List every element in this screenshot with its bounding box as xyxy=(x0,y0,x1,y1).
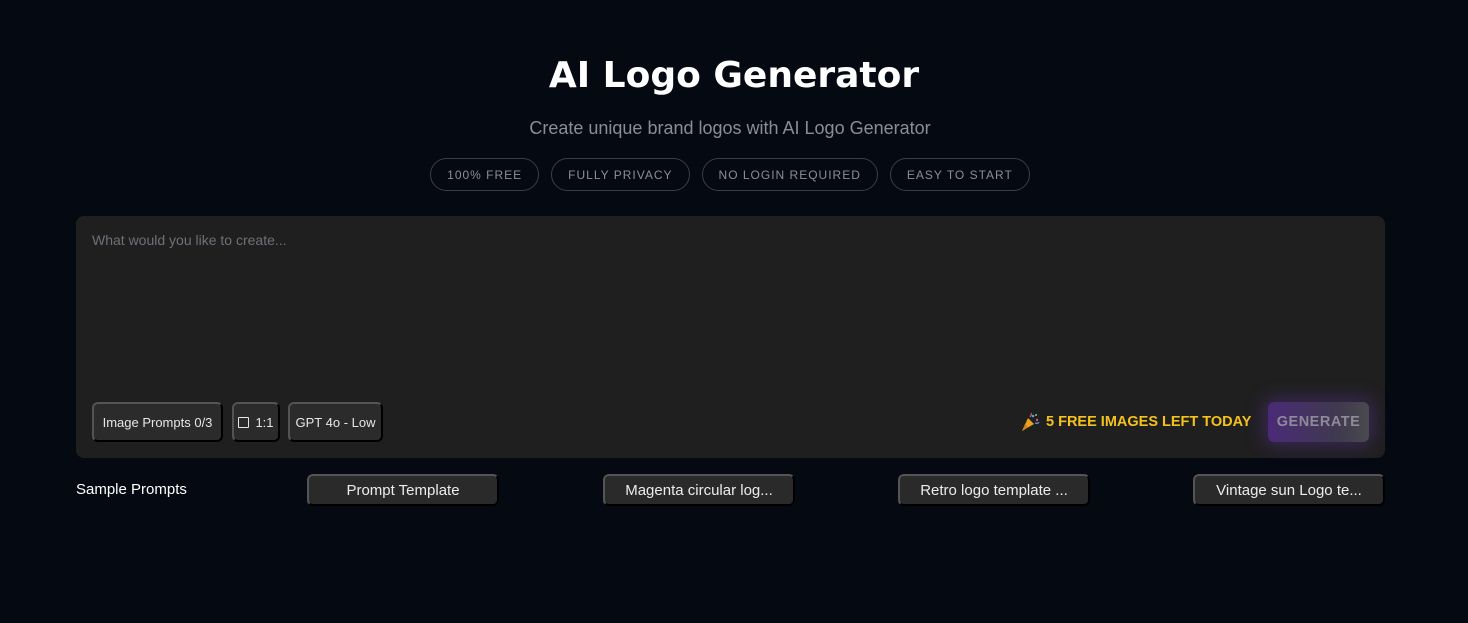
generate-button[interactable]: GENERATE xyxy=(1268,402,1369,442)
feature-badges: 100% FREE FULLY PRIVACY NO LOGIN REQUIRE… xyxy=(0,158,1460,191)
model-select-button[interactable]: GPT 4o - Low xyxy=(288,402,383,442)
image-prompts-button[interactable]: Image Prompts 0/3 xyxy=(92,402,223,442)
badge-no-login: NO LOGIN REQUIRED xyxy=(701,158,878,191)
badge-easy-start: EASY TO START xyxy=(889,158,1030,191)
sample-prompt-button[interactable]: Magenta circular log... xyxy=(603,474,795,506)
page: AI Logo Generator Create unique brand lo… xyxy=(0,0,1468,623)
party-popper-icon xyxy=(1022,412,1040,431)
free-images-counter: 5 FREE IMAGES LEFT TODAY xyxy=(1020,412,1251,432)
square-ratio-icon xyxy=(238,416,250,428)
page-subtitle: Create unique brand logos with AI Logo G… xyxy=(529,118,931,138)
aspect-ratio-label: 1:1 xyxy=(255,414,274,430)
sample-prompt-button[interactable]: Retro logo template ... xyxy=(898,474,1090,506)
aspect-ratio-button[interactable]: 1:1 xyxy=(232,402,280,442)
prompt-panel: Image Prompts 0/3 1:1 GPT 4o - Low 5 FRE… xyxy=(76,216,1385,458)
sample-prompt-button[interactable]: Prompt Template xyxy=(307,474,499,506)
badge-privacy: FULLY PRIVACY xyxy=(551,158,690,191)
badge-free: 100% FREE xyxy=(430,158,540,191)
sample-prompts-label: Sample Prompts xyxy=(76,481,187,498)
prompt-input[interactable] xyxy=(92,232,1369,382)
page-title: AI Logo Generator xyxy=(548,55,920,96)
sample-prompt-button[interactable]: Vintage sun Logo te... xyxy=(1193,474,1385,506)
free-images-text: 5 FREE IMAGES LEFT TODAY xyxy=(1046,414,1252,430)
